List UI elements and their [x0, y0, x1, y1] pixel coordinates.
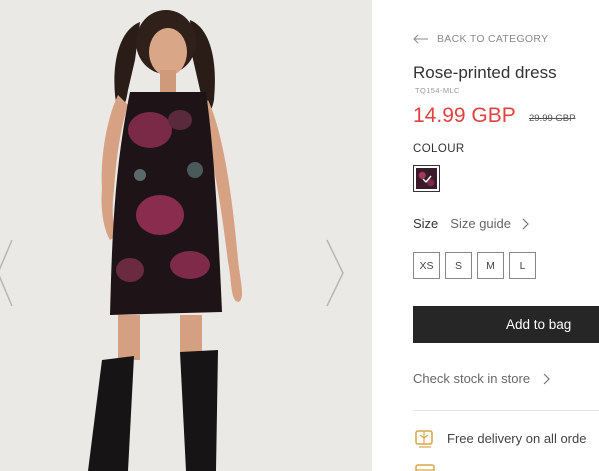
- size-options: XS S M L: [413, 252, 536, 279]
- size-guide-label: Size guide: [450, 216, 512, 231]
- truck-icon: [415, 430, 433, 448]
- size-option-xs[interactable]: XS: [413, 252, 440, 279]
- size-option-s[interactable]: S: [445, 252, 472, 279]
- chevron-right-icon: [522, 218, 529, 229]
- old-price: 29.99 GBP: [529, 113, 576, 124]
- swatch-pattern: [416, 168, 437, 189]
- product-title: Rose-printed dress: [413, 63, 557, 82]
- back-to-category-link[interactable]: BACK TO CATEGORY: [413, 33, 548, 45]
- size-option-m[interactable]: M: [477, 252, 504, 279]
- chevron-left-icon[interactable]: [0, 238, 18, 308]
- check-icon: [422, 175, 432, 184]
- product-sku: TQ154-MLC: [415, 86, 460, 95]
- divider: [413, 410, 599, 411]
- calendar-icon: [415, 464, 435, 471]
- size-guide-link[interactable]: Size guide: [450, 216, 529, 231]
- colour-swatch[interactable]: [413, 165, 440, 192]
- delivery-label: Free delivery on all orde: [447, 430, 587, 446]
- back-label: BACK TO CATEGORY: [437, 33, 549, 45]
- check-stock-link[interactable]: Check stock in store: [413, 371, 550, 386]
- check-stock-label: Check stock in store: [413, 371, 531, 386]
- colour-label: COLOUR: [413, 143, 465, 155]
- free-delivery-info: Free delivery on all orde: [413, 426, 586, 450]
- size-label: Size: [413, 216, 439, 231]
- product-details-panel: BACK TO CATEGORY Rose-printed dress TQ15…: [372, 0, 599, 471]
- current-price: 14.99 GBP: [413, 104, 516, 127]
- product-gallery: [0, 0, 372, 471]
- product-photo: [0, 0, 372, 471]
- add-to-bag-button[interactable]: Add to bag: [413, 306, 599, 343]
- arrow-left-icon: [413, 34, 428, 44]
- chevron-right-icon[interactable]: [323, 238, 347, 308]
- size-row: Size Size guide: [413, 216, 529, 231]
- chevron-right-icon: [543, 373, 550, 384]
- size-option-l[interactable]: L: [509, 252, 536, 279]
